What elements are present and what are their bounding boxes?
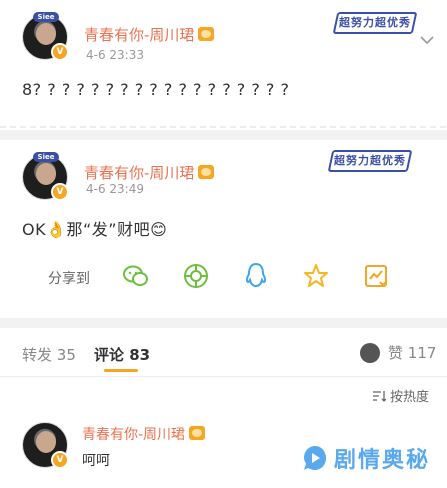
divider <box>0 376 447 377</box>
post-2: Siee V 青春有你-周川珺 4-6 23:49 超努力超优秀 OK👌那“发”… <box>0 140 447 320</box>
comment-username[interactable]: 青春有你-周川珺 <box>82 427 185 443</box>
avatar-tag: Siee <box>33 12 59 22</box>
username-row: 青春有你-周川珺 <box>84 162 215 183</box>
username-row: 青春有你-周川珺 <box>84 24 215 45</box>
comment-text: 呵呵 <box>82 453 110 469</box>
tab-repost[interactable]: 转发 35 <box>22 344 76 365</box>
post-time: 4-6 23:33 <box>86 48 144 62</box>
verified-icon: V <box>51 451 69 469</box>
sort-icon <box>373 390 386 402</box>
tab-underline <box>104 369 138 372</box>
post-time: 4-6 23:49 <box>86 182 144 196</box>
fan-badge: 超努力超优秀 <box>332 12 418 34</box>
share-label: 分享到 <box>48 271 90 287</box>
username-row: 青春有你-周川珺 <box>82 424 206 444</box>
vip-crown-icon <box>198 27 215 41</box>
tab-like[interactable]: 赞 117 <box>360 342 436 363</box>
moments-icon[interactable] <box>182 262 210 290</box>
avatar[interactable]: V <box>22 422 69 469</box>
section-gap <box>0 318 447 328</box>
avatar[interactable]: Siee V <box>22 152 69 201</box>
section-gap <box>0 130 447 140</box>
post-1: Siee V 青春有你-周川珺 4-6 23:33 超努力超优秀 8? ? ? … <box>0 0 447 128</box>
qq-icon[interactable] <box>242 262 270 290</box>
avatar-tag: Siee <box>33 152 59 162</box>
post-text: OK👌那“发”财吧😊 <box>22 220 168 239</box>
vip-crown-icon <box>198 165 215 179</box>
verified-icon: V <box>51 43 69 61</box>
tab-bar: 转发 35 评论 83 赞 117 <box>0 328 447 374</box>
verified-icon: V <box>51 183 69 201</box>
play-logo-icon <box>304 446 326 470</box>
qzone-icon[interactable] <box>302 262 330 290</box>
username[interactable]: 青春有你-周川珺 <box>84 164 194 182</box>
save-image-icon[interactable] <box>362 262 390 290</box>
avatar[interactable]: Siee V <box>22 12 69 61</box>
watermark: 剧情奥秘 <box>302 442 430 474</box>
post-text: 8? ? ? ? ? ? ? ? ? ? ? ? ? ? ? ? ? ? <box>22 80 290 99</box>
more-chevron-icon[interactable] <box>420 30 434 45</box>
tab-comment[interactable]: 评论 83 <box>94 344 150 365</box>
liker-avatar <box>360 342 380 363</box>
wechat-icon[interactable] <box>122 262 150 290</box>
divider <box>0 126 447 128</box>
username[interactable]: 青春有你-周川珺 <box>84 26 194 44</box>
vip-crown-icon <box>189 426 206 440</box>
sort-toggle[interactable]: 按热度 <box>372 386 429 405</box>
fan-badge: 超努力超优秀 <box>327 150 413 172</box>
